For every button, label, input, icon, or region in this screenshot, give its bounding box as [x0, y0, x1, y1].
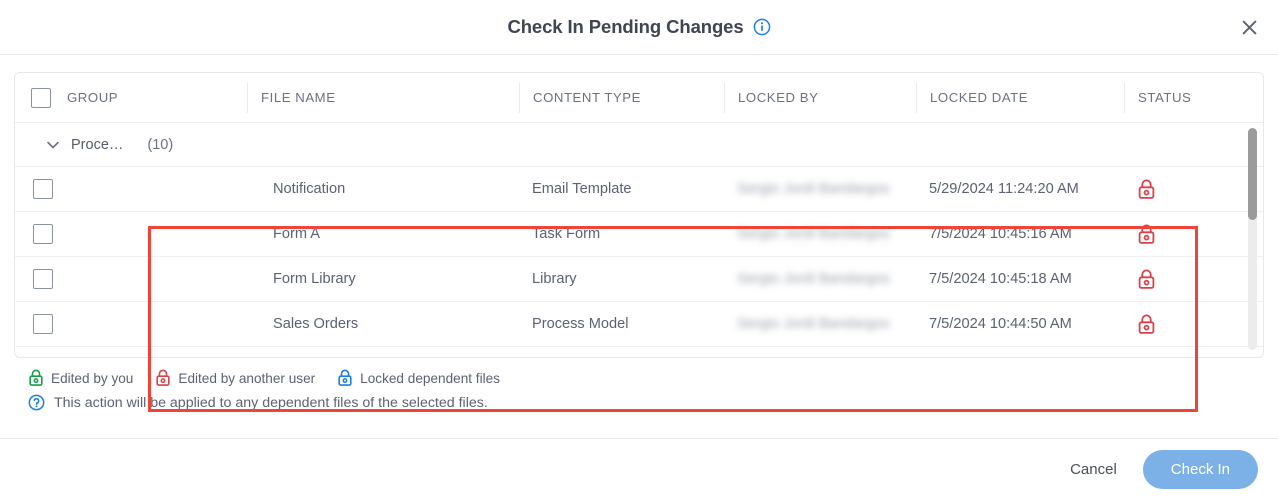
legend-item-edited-by-you: Edited by you [28, 369, 133, 387]
column-header-group[interactable]: GROUP [67, 83, 247, 113]
row-group-cell [67, 212, 247, 256]
dependent-files-note: This action will be applied to any depen… [14, 387, 1264, 411]
row-checkbox[interactable] [33, 179, 53, 199]
row-status [1124, 302, 1254, 346]
group-row[interactable]: Proce… (10) [15, 123, 1263, 167]
files-table-card: GROUP FILE NAME CONTENT TYPE LOCKED BY L… [14, 72, 1264, 358]
legend-label: Edited by another user [178, 370, 316, 386]
row-group-cell [67, 167, 247, 211]
help-circle-icon [28, 394, 45, 411]
check-in-button[interactable]: Check In [1142, 450, 1258, 489]
row-content-type: Task Form [532, 226, 601, 242]
table-header-row: GROUP FILE NAME CONTENT TYPE LOCKED BY L… [15, 73, 1263, 123]
dialog-title: Check In Pending Changes [507, 16, 744, 37]
dialog-titlebar: Check In Pending Changes [0, 0, 1278, 55]
row-locked-date: 5/29/2024 11:24:20 AM [929, 181, 1079, 197]
group-count: (10) [147, 136, 174, 153]
legend-item-locked-dependent-files: Locked dependent files [337, 369, 500, 387]
lock-icon-green [28, 369, 44, 387]
row-file-name: Sales Orders [273, 316, 359, 332]
table-row[interactable]: Form A Task Form Sergio Jordi Bandargos … [15, 212, 1263, 257]
column-header-locked-date[interactable]: LOCKED DATE [916, 82, 1124, 113]
lock-icon-blue [337, 369, 353, 387]
lock-icon-red [1137, 314, 1156, 335]
row-checkbox[interactable] [33, 224, 53, 244]
row-content-type: Process Model [532, 316, 629, 332]
title-wrap: Check In Pending Changes [507, 16, 770, 38]
cancel-button[interactable]: Cancel [1052, 452, 1135, 487]
group-label: Proce… [71, 136, 124, 153]
row-locked-date: 7/5/2024 10:44:50 AM [929, 316, 1072, 332]
lock-icon-red [1137, 269, 1156, 290]
row-select-cell [15, 212, 67, 256]
row-locked-by: Sergio Jordi Bandargos [737, 226, 890, 242]
group-toggle[interactable]: Proce… (10) [15, 137, 173, 153]
column-header-locked-by[interactable]: LOCKED BY [724, 82, 916, 113]
select-all-cell [15, 87, 67, 108]
column-header-content-type[interactable]: CONTENT TYPE [519, 82, 724, 113]
row-locked-by: Sergio Jordi Bandargos [737, 316, 890, 332]
row-file-name: Form Library [273, 271, 356, 287]
row-select-cell [15, 302, 67, 346]
info-circle-icon[interactable] [753, 18, 771, 36]
dialog-body: GROUP FILE NAME CONTENT TYPE LOCKED BY L… [0, 55, 1278, 428]
row-content-type: Library [532, 271, 577, 287]
lock-icon-red [1137, 179, 1156, 200]
row-checkbox[interactable] [33, 314, 53, 334]
lock-icon-red [155, 369, 171, 387]
table-row[interactable]: Sales Orders Process Model Sergio Jordi … [15, 302, 1263, 347]
column-header-status[interactable]: STATUS [1124, 82, 1254, 113]
row-content-type: Email Template [532, 181, 632, 197]
row-status [1124, 212, 1254, 256]
legend-item-edited-by-another-user: Edited by another user [155, 369, 315, 387]
row-checkbox[interactable] [33, 269, 53, 289]
note-text: This action will be applied to any depen… [54, 394, 488, 411]
row-group-cell [67, 302, 247, 346]
legend-label: Locked dependent files [360, 370, 500, 386]
dialog-footer: Cancel Check In [0, 438, 1278, 500]
row-status [1124, 257, 1254, 301]
legend-label: Edited by you [51, 370, 134, 386]
row-select-cell [15, 257, 67, 301]
table-row[interactable]: Notification Email Template Sergio Jordi… [15, 167, 1263, 212]
table-row[interactable]: Form Library Library Sergio Jordi Bandar… [15, 257, 1263, 302]
lock-icon-red [1137, 224, 1156, 245]
row-file-name: Form A [273, 226, 321, 242]
row-locked-by: Sergio Jordi Bandargos [737, 271, 890, 287]
select-all-checkbox[interactable] [31, 87, 51, 108]
row-group-cell [67, 257, 247, 301]
chevron-down-icon[interactable] [45, 137, 61, 153]
table-scrollbar-thumb[interactable] [1248, 128, 1257, 220]
table-scrollbar-track[interactable] [1248, 128, 1257, 350]
row-file-name: Notification [273, 181, 346, 197]
row-locked-by: Sergio Jordi Bandargos [737, 181, 890, 197]
row-status [1124, 167, 1254, 211]
column-header-file-name[interactable]: FILE NAME [247, 82, 519, 113]
close-icon[interactable] [1234, 12, 1264, 42]
row-locked-date: 7/5/2024 10:45:16 AM [929, 226, 1072, 242]
row-select-cell [15, 167, 67, 211]
row-locked-date: 7/5/2024 10:45:18 AM [929, 271, 1072, 287]
check-in-dialog: Check In Pending Changes GROUP FILE NAME… [0, 0, 1278, 500]
status-legend: Edited by you Edited by another user Loc… [14, 358, 1264, 387]
